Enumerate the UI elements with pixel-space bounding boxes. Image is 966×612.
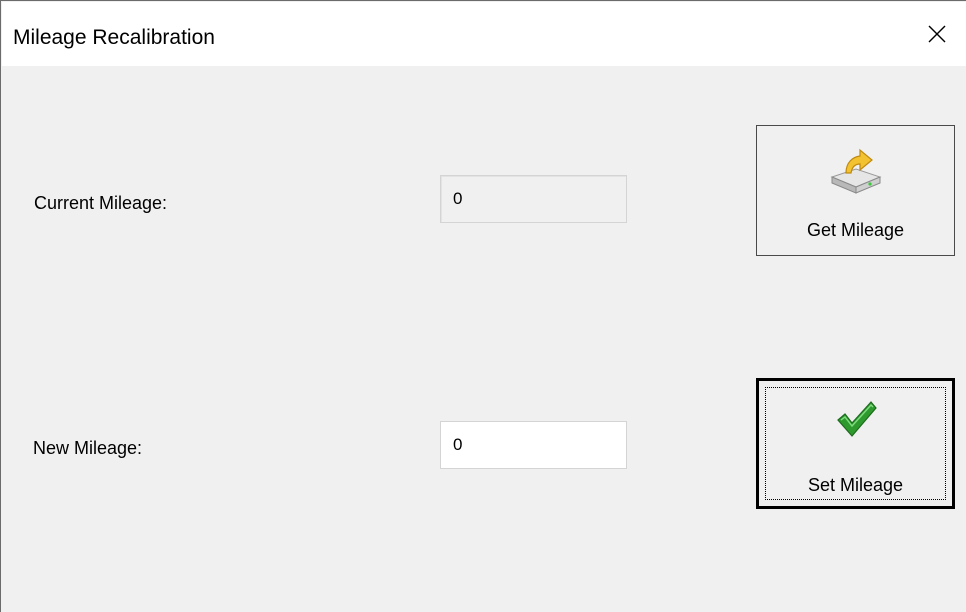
window-title: Mileage Recalibration: [13, 26, 215, 49]
get-mileage-label: Get Mileage: [806, 220, 905, 240]
set-mileage-button[interactable]: Set Mileage: [756, 378, 955, 509]
get-mileage-button[interactable]: Get Mileage: [756, 125, 955, 256]
new-mileage-label: New Mileage:: [33, 438, 143, 458]
mileage-recalibration-window: Mileage Recalibration Current Mileage: 0…: [0, 0, 966, 612]
drive-arrow-up-icon: [830, 148, 881, 194]
close-icon: [928, 25, 946, 43]
new-mileage-value: 0: [453, 435, 463, 454]
title-bar[interactable]: Mileage Recalibration: [2, 2, 966, 66]
current-mileage-label: Current Mileage:: [34, 193, 168, 213]
current-mileage-value: 0: [453, 189, 463, 208]
set-mileage-label: Set Mileage: [807, 475, 904, 495]
close-button[interactable]: [907, 2, 966, 66]
green-checkmark-icon: [836, 401, 877, 437]
current-mileage-field: 0: [440, 175, 627, 223]
new-mileage-input[interactable]: 0: [440, 421, 627, 469]
